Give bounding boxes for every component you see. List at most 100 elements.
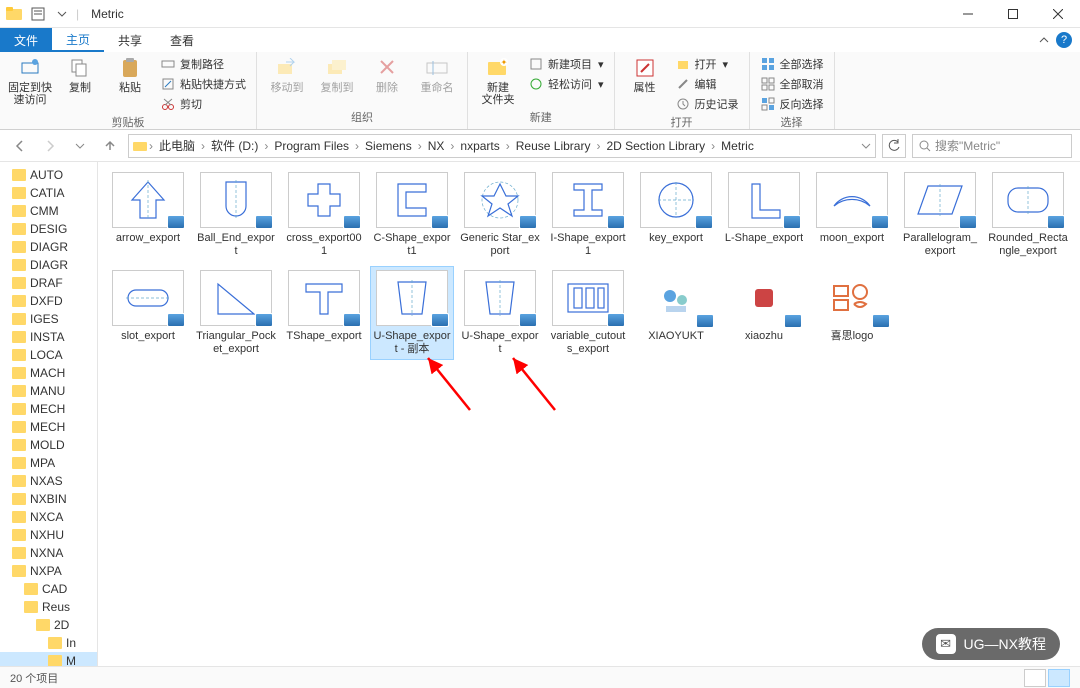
nav-item[interactable]: 2D	[0, 616, 97, 634]
ribbon-collapse-icon[interactable]	[1038, 34, 1050, 46]
file-item[interactable]: Parallelogram_export	[898, 168, 982, 262]
back-button[interactable]	[8, 134, 32, 158]
file-item[interactable]: C-Shape_export1	[370, 168, 454, 262]
properties-icon[interactable]	[28, 4, 48, 24]
up-button[interactable]	[98, 134, 122, 158]
bc-seg[interactable]: Reuse Library	[512, 139, 595, 153]
nav-item[interactable]: NXCA	[0, 508, 97, 526]
nav-item[interactable]: CATIA	[0, 184, 97, 202]
pin-quickaccess-button[interactable]: 固定到快 速访问	[6, 54, 54, 108]
nav-item[interactable]: MANU	[0, 382, 97, 400]
bc-seg[interactable]: NX	[424, 139, 449, 153]
forward-button[interactable]	[38, 134, 62, 158]
nav-item[interactable]: NXAS	[0, 472, 97, 490]
nav-item[interactable]: DIAGR	[0, 256, 97, 274]
file-item[interactable]: 喜思logo	[810, 266, 894, 360]
file-item[interactable]: U-Shape_export	[458, 266, 542, 360]
new-folder-button[interactable]: ✦新建 文件夹	[474, 54, 522, 108]
bc-seg[interactable]: nxparts	[456, 139, 503, 153]
edit-button[interactable]: 编辑	[671, 74, 743, 94]
file-item[interactable]: Generic Star_export	[458, 168, 542, 262]
nav-item[interactable]: INSTA	[0, 328, 97, 346]
easy-access-button[interactable]: 轻松访问▾	[524, 74, 608, 94]
details-view-button[interactable]	[1024, 669, 1046, 687]
nav-item[interactable]: NXHU	[0, 526, 97, 544]
tab-home[interactable]: 主页	[52, 28, 104, 52]
history-button[interactable]: 历史记录	[671, 94, 743, 114]
tab-view[interactable]: 查看	[156, 28, 208, 52]
minimize-button[interactable]	[945, 0, 990, 28]
select-none-button[interactable]: 全部取消	[756, 74, 828, 94]
delete-button[interactable]: 删除	[363, 54, 411, 96]
nav-item[interactable]: NXBIN	[0, 490, 97, 508]
nav-item[interactable]: MECH	[0, 400, 97, 418]
bc-seg[interactable]: Siemens	[361, 139, 416, 153]
breadcrumb[interactable]: › 此电脑› 软件 (D:)› Program Files› Siemens› …	[128, 134, 876, 158]
new-item-button[interactable]: 新建项目▾	[524, 54, 608, 74]
file-item[interactable]: Triangular_Pocket_export	[194, 266, 278, 360]
nav-item[interactable]: LOCA	[0, 346, 97, 364]
recent-dropdown[interactable]	[68, 134, 92, 158]
properties-button[interactable]: 属性	[621, 54, 669, 96]
nav-item[interactable]: MACH	[0, 364, 97, 382]
open-menu-button[interactable]: 打开▾	[671, 54, 743, 74]
nav-item[interactable]: DXFD	[0, 292, 97, 310]
file-item[interactable]: XIAOYUKT	[634, 266, 718, 360]
nav-item[interactable]: NXPA	[0, 562, 97, 580]
copy-path-button[interactable]: 复制路径	[156, 54, 250, 74]
paste-shortcut-button[interactable]: 粘贴快捷方式	[156, 74, 250, 94]
nav-item[interactable]: NXNA	[0, 544, 97, 562]
maximize-button[interactable]	[990, 0, 1035, 28]
bc-seg[interactable]: Metric	[717, 139, 758, 153]
file-item[interactable]: key_export	[634, 168, 718, 262]
bc-seg[interactable]: Program Files	[270, 139, 353, 153]
file-item[interactable]: variable_cutouts_export	[546, 266, 630, 360]
cut-button[interactable]: 剪切	[156, 94, 250, 114]
bc-seg[interactable]: 此电脑	[155, 137, 199, 154]
invert-selection-button[interactable]: 反向选择	[756, 94, 828, 114]
file-item[interactable]: cross_export001	[282, 168, 366, 262]
refresh-button[interactable]	[882, 134, 906, 158]
close-button[interactable]	[1035, 0, 1080, 28]
nav-item[interactable]: M	[0, 652, 97, 666]
icons-view-button[interactable]	[1048, 669, 1070, 687]
nav-item[interactable]: AUTO	[0, 166, 97, 184]
nav-item[interactable]: CAD	[0, 580, 97, 598]
nav-item[interactable]: Reus	[0, 598, 97, 616]
file-item[interactable]: Ball_End_export	[194, 168, 278, 262]
nav-item[interactable]: DESIG	[0, 220, 97, 238]
nav-item[interactable]: MPA	[0, 454, 97, 472]
file-item[interactable]: L-Shape_export	[722, 168, 806, 262]
file-item[interactable]: I-Shape_export1	[546, 168, 630, 262]
breadcrumb-dropdown-icon[interactable]	[861, 141, 871, 151]
nav-item[interactable]: In	[0, 634, 97, 652]
file-item[interactable]: moon_export	[810, 168, 894, 262]
paste-button[interactable]: 粘贴	[106, 54, 154, 96]
file-item[interactable]: slot_export	[106, 266, 190, 360]
bc-seg[interactable]: 2D Section Library	[602, 139, 709, 153]
tab-share[interactable]: 共享	[104, 28, 156, 52]
nav-item[interactable]: MOLD	[0, 436, 97, 454]
file-item[interactable]: Rounded_Rectangle_export	[986, 168, 1070, 262]
nav-item[interactable]: CMM	[0, 202, 97, 220]
file-item[interactable]: xiaozhu	[722, 266, 806, 360]
nav-item[interactable]: DIAGR	[0, 238, 97, 256]
navigation-pane[interactable]: AUTOCATIACMMDESIGDIAGRDIAGRDRAFDXFDIGESI…	[0, 162, 98, 666]
tab-file[interactable]: 文件	[0, 28, 52, 52]
select-all-button[interactable]: 全部选择	[756, 54, 828, 74]
copy-to-button[interactable]: 复制到	[313, 54, 361, 96]
nav-item[interactable]: IGES	[0, 310, 97, 328]
nav-item[interactable]: DRAF	[0, 274, 97, 292]
qat-dropdown-icon[interactable]	[52, 4, 72, 24]
rename-button[interactable]: 重命名	[413, 54, 461, 96]
file-item[interactable]: U-Shape_export - 副本	[370, 266, 454, 360]
file-pane[interactable]: arrow_exportBall_End_exportcross_export0…	[98, 162, 1080, 666]
file-item[interactable]: arrow_export	[106, 168, 190, 262]
move-to-button[interactable]: 移动到	[263, 54, 311, 96]
bc-seg[interactable]: 软件 (D:)	[207, 137, 262, 154]
file-item[interactable]: TShape_export	[282, 266, 366, 360]
copy-button[interactable]: 复制	[56, 54, 104, 96]
search-input[interactable]: 搜索"Metric"	[912, 134, 1072, 158]
help-icon[interactable]: ?	[1056, 32, 1072, 48]
nav-item[interactable]: MECH	[0, 418, 97, 436]
